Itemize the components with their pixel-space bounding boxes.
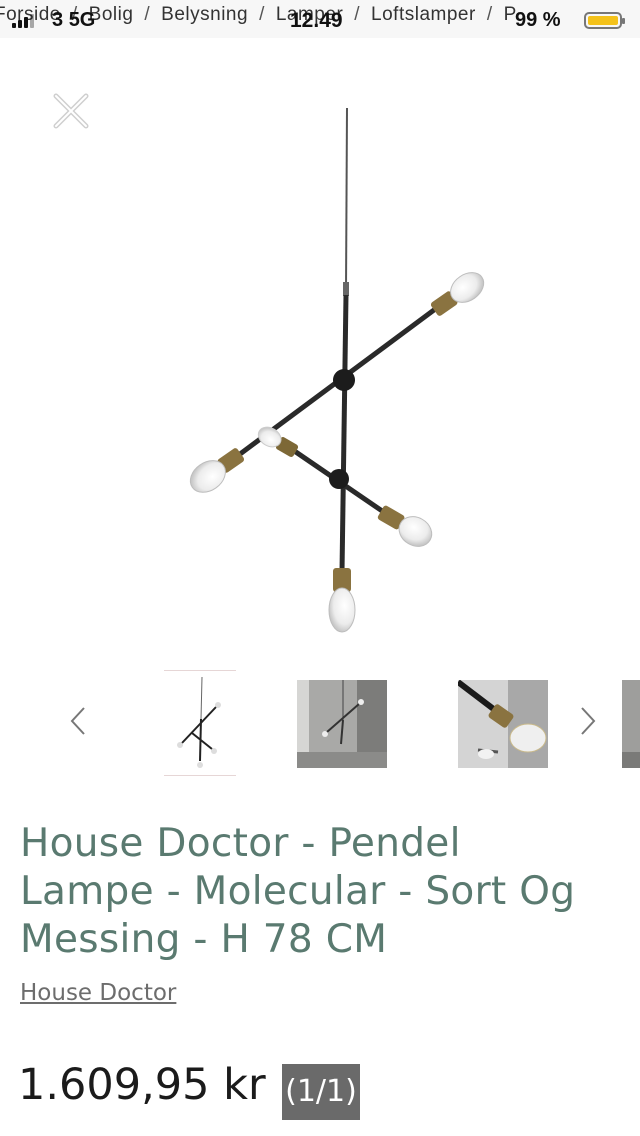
product-title-line-1: House Doctor - Pendel — [20, 821, 461, 866]
breadcrumb-bar: Forside / Bolig / Belysning / Lamper / Loftslamp… — [0, 0, 640, 38]
thumbnail-1[interactable] — [164, 670, 236, 776]
thumbnail-3[interactable] — [458, 680, 548, 768]
thumbnail-4-image — [618, 680, 640, 768]
thumbnail-1-image — [177, 676, 221, 768]
breadcrumb-separator: / — [259, 4, 265, 25]
breadcrumb-separator: / — [486, 4, 493, 25]
chevron-right-icon — [581, 707, 596, 735]
breadcrumb: Forside / Bolig / Belysning / Lamper / Loftslamp… — [0, 4, 517, 26]
product-price: 1.609,95 kr — [18, 1060, 266, 1110]
brand-link[interactable]: House Doctor — [20, 980, 176, 1006]
chevron-left-icon — [70, 707, 85, 735]
thumbnail-2[interactable] — [297, 680, 387, 768]
thumbnail-2-image — [297, 680, 387, 768]
product-title: House Doctor - Pendel Lampe - Molecular … — [20, 820, 640, 964]
breadcrumb-item-p[interactable]: P — [504, 4, 517, 25]
breadcrumb-item-loftslamper[interactable]: Loftslamper — [371, 4, 476, 25]
breadcrumb-separator: / — [144, 4, 151, 25]
gallery-next-button[interactable] — [572, 696, 602, 746]
breadcrumb-separator: / — [354, 4, 361, 25]
thumbnail-4[interactable] — [618, 680, 640, 768]
product-title-line-2: Lampe - Molecular - Sort Og — [20, 869, 576, 914]
breadcrumb-item-lamper[interactable]: Lamper — [276, 4, 343, 25]
gallery-prev-button[interactable] — [64, 696, 94, 746]
breadcrumb-separator: / — [71, 4, 78, 25]
thumbnail-3-image — [458, 680, 548, 768]
close-icon — [53, 93, 89, 129]
breadcrumb-item-belysning[interactable]: Belysning — [161, 4, 248, 25]
image-counter: (1/1) — [282, 1064, 360, 1120]
breadcrumb-item-bolig[interactable]: Bolig — [89, 4, 134, 25]
thumbnail-gallery — [0, 668, 640, 780]
close-button[interactable] — [50, 90, 92, 132]
breadcrumb-item-forside[interactable]: Forside — [0, 4, 61, 25]
product-title-line-3: Messing - H 78 CM — [20, 917, 388, 962]
product-image — [189, 107, 485, 633]
